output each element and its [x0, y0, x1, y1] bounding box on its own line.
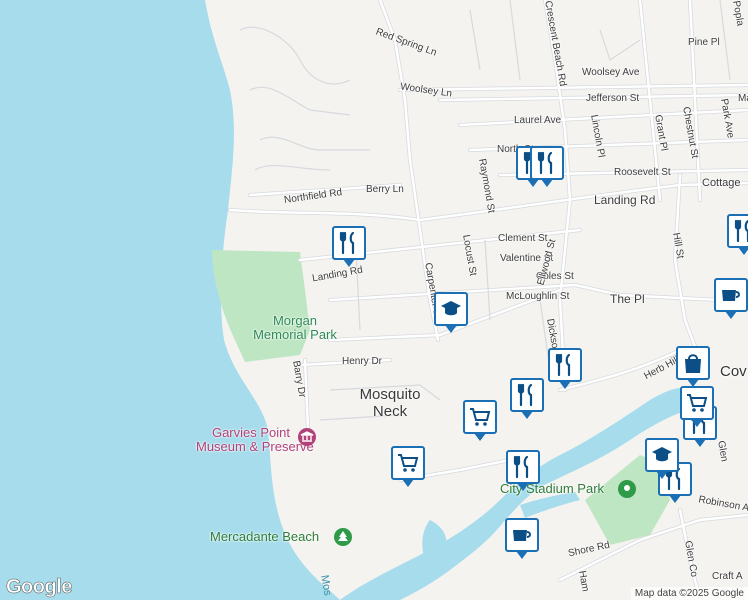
- street-label-mcloughlin-st: McLoughlin St: [506, 291, 570, 302]
- coffee-cup-icon: [722, 290, 740, 301]
- marker-restaurant-4[interactable]: [727, 214, 748, 255]
- shopping-cart-icon: [398, 454, 419, 472]
- shopping-cart-icon: [687, 394, 708, 412]
- restaurant-icon: [339, 231, 355, 255]
- map-canvas[interactable]: Red Spring Ln Woolsey Ln Woolsey Ave Jef…: [0, 0, 748, 600]
- street-label-ma: Ma: [738, 93, 748, 104]
- marker-school-1[interactable]: [434, 292, 468, 333]
- school-icon: [652, 447, 672, 462]
- street-label-clement-st: Clement St: [498, 233, 548, 244]
- coffee-cup-icon: [513, 530, 531, 541]
- marker-grocery-1[interactable]: [463, 400, 497, 441]
- marker-school-2[interactable]: [645, 438, 679, 479]
- poi-label-garvies-point[interactable]: Garvies Point Museum & Preserve: [196, 426, 314, 454]
- poi-label-mercadante-beach[interactable]: Mercadante Beach: [210, 529, 319, 544]
- school-icon: [441, 301, 461, 316]
- marker-shopping-1[interactable]: [676, 346, 710, 387]
- restaurant-icon: [555, 353, 571, 377]
- place-label-cove: Cov: [720, 363, 747, 380]
- marker-restaurant-5[interactable]: [548, 348, 582, 389]
- map-attribution[interactable]: Map data ©2025 Google: [630, 587, 748, 600]
- marker-cafe-2[interactable]: [505, 518, 539, 559]
- park-label-morgan-memorial: Morgan Memorial Park: [253, 313, 337, 342]
- marker-cafe-1[interactable]: [714, 278, 748, 319]
- marker-restaurant-6[interactable]: [510, 378, 544, 419]
- street-label-the-pl: The Pl: [610, 292, 645, 306]
- shopping-cart-icon: [470, 408, 491, 426]
- museum-icon[interactable]: [298, 428, 316, 446]
- street-label-roosevelt-st: Roosevelt St: [614, 167, 671, 178]
- shopping-bag-icon: [685, 354, 701, 373]
- street-label-pine-pl: Pine Pl: [688, 37, 720, 48]
- restaurant-icon: [517, 383, 533, 407]
- marker-grocery-2[interactable]: [391, 446, 425, 487]
- street-label-craft-a: Craft A: [712, 571, 743, 582]
- restaurant-icon: [734, 219, 748, 243]
- street-label-henry-dr: Henry Dr: [342, 356, 383, 367]
- restaurant-icon: [513, 455, 529, 479]
- restaurant-icon: [537, 151, 553, 175]
- place-label-mosquito-neck: Mosquito Neck: [359, 386, 421, 420]
- street-label-landing-rd-east: Landing Rd: [594, 193, 656, 207]
- google-logo[interactable]: Google: [6, 576, 73, 599]
- street-label-cottage: Cottage: [702, 177, 741, 189]
- park-pin-icon[interactable]: [618, 480, 636, 498]
- marker-restaurant-7[interactable]: [506, 450, 540, 491]
- street-label-woolsey-ave: Woolsey Ave: [582, 67, 640, 78]
- park-tree-icon[interactable]: [334, 528, 352, 546]
- marker-restaurant-2[interactable]: [530, 146, 564, 187]
- marker-restaurant-3[interactable]: [332, 226, 366, 267]
- street-label-jefferson-st: Jefferson St: [586, 93, 640, 104]
- marker-grocery-3[interactable]: [680, 386, 714, 427]
- street-label-laurel-ave: Laurel Ave: [514, 115, 562, 126]
- street-label-berry-ln: Berry Ln: [366, 184, 404, 195]
